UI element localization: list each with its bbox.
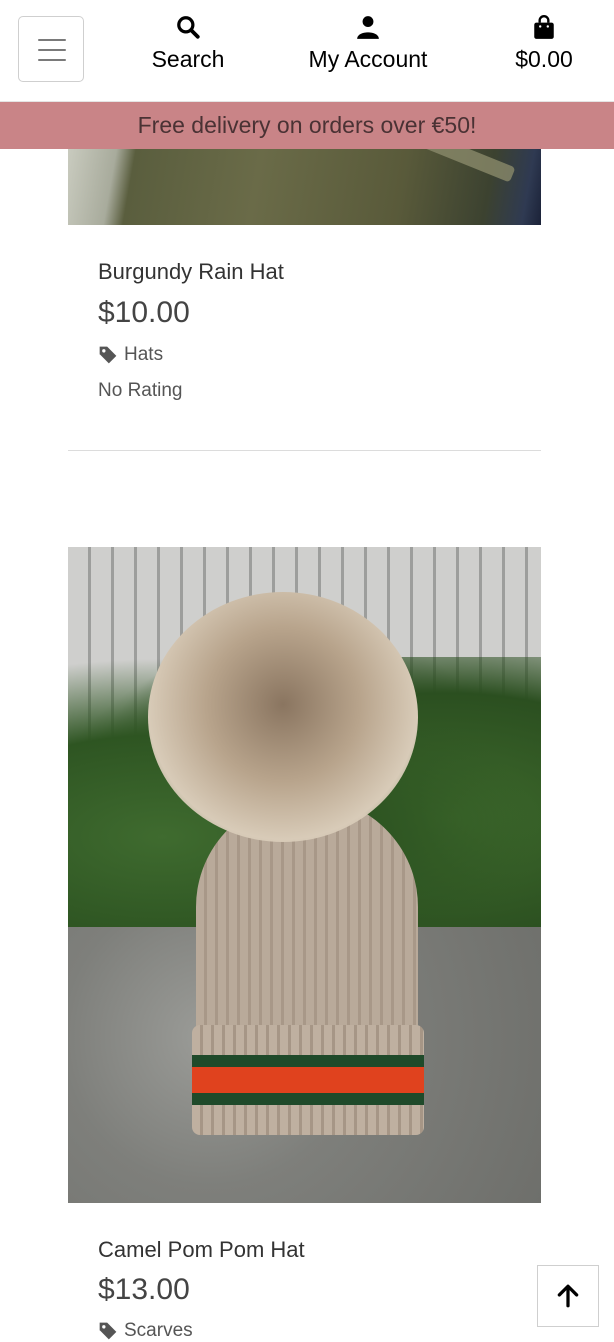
product-image-burgundy-rain-hat[interactable] <box>68 149 541 225</box>
product-category-label: Hats <box>124 344 164 365</box>
product-title[interactable]: Burgundy Rain Hat <box>98 259 284 285</box>
back-to-top-button[interactable] <box>537 1265 599 1327</box>
product-price: $10.00 <box>98 296 190 329</box>
menu-toggle-button[interactable] <box>18 16 84 82</box>
shopping-bag-icon <box>534 14 554 39</box>
free-delivery-banner: Free delivery on orders over €50! <box>0 101 614 149</box>
cart-link[interactable]: $0.00 <box>508 14 580 73</box>
hamburger-icon <box>38 39 66 41</box>
product-divider <box>68 450 541 451</box>
search-label: Search <box>151 46 225 72</box>
image-subject <box>148 592 418 842</box>
arrow-up-icon <box>557 1284 579 1308</box>
cart-total: $0.00 <box>515 46 573 72</box>
tag-icon <box>99 346 117 364</box>
product-title[interactable]: Camel Pom Pom Hat <box>98 1237 305 1263</box>
image-subject <box>192 1025 424 1135</box>
my-account-label: My Account <box>308 46 428 72</box>
search-link[interactable]: Search <box>148 14 228 73</box>
product-category-link[interactable]: Hats <box>98 344 163 366</box>
user-icon <box>357 16 379 39</box>
search-icon <box>177 16 200 39</box>
my-account-link[interactable]: My Account <box>303 14 433 73</box>
product-category-link[interactable]: Scarves <box>98 1320 193 1342</box>
product-rating: No Rating <box>98 380 183 401</box>
site-header: Search My Account $0.00 <box>0 0 614 102</box>
product-category-label: Scarves <box>124 1320 193 1341</box>
hamburger-icon-bar <box>38 49 66 51</box>
product-price: $13.00 <box>98 1273 190 1306</box>
product-image-camel-pom-pom-hat[interactable] <box>68 547 541 1203</box>
image-detail <box>370 149 516 183</box>
tag-icon <box>99 1322 117 1340</box>
hamburger-icon-bar <box>38 59 66 61</box>
